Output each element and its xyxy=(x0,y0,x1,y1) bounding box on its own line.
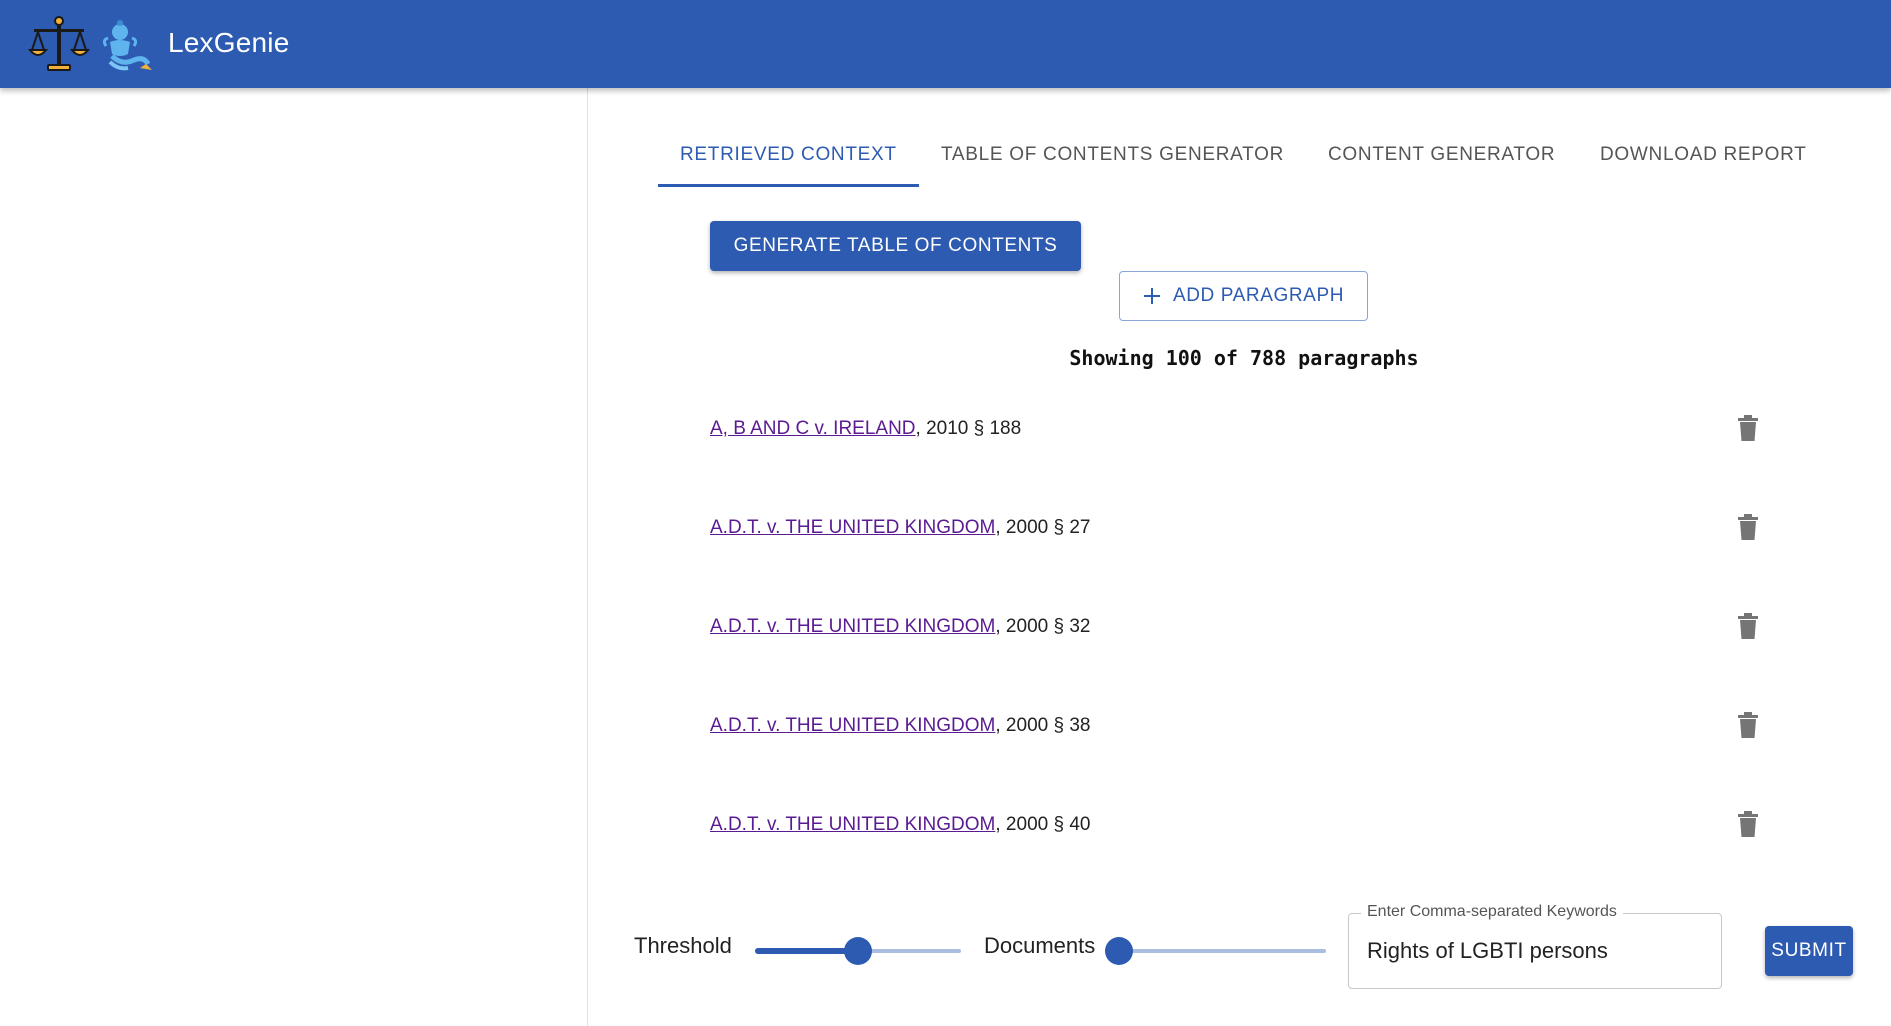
documents-slider[interactable] xyxy=(1105,936,1326,966)
case-link[interactable]: A.D.T. v. THE UNITED KINGDOM xyxy=(710,715,995,736)
keywords-label: Enter Comma-separated Keywords xyxy=(1361,903,1623,921)
citation-suffix: , 2000 § 32 xyxy=(995,616,1091,637)
app-bar: LexGenie xyxy=(0,0,1891,88)
paragraph-citation: A, B AND C v. IRELAND, 2010 § 188 xyxy=(710,418,1021,440)
keywords-input[interactable] xyxy=(1367,936,1707,966)
slider-thumb[interactable] xyxy=(844,937,872,965)
case-link[interactable]: A.D.T. v. THE UNITED KINGDOM xyxy=(710,517,995,538)
delete-icon[interactable] xyxy=(1736,810,1760,838)
citation-suffix: , 2000 § 27 xyxy=(995,517,1091,538)
sidebar-divider xyxy=(587,88,588,1026)
delete-icon[interactable] xyxy=(1736,711,1760,739)
case-link[interactable]: A.D.T. v. THE UNITED KINGDOM xyxy=(710,616,995,637)
slider-thumb[interactable] xyxy=(1105,937,1133,965)
tab-download-report[interactable]: DOWNLOAD REPORT xyxy=(1600,130,1807,186)
paragraph-citation: A.D.T. v. THE UNITED KINGDOM, 2000 § 32 xyxy=(710,616,1090,638)
scales-of-justice-icon xyxy=(28,16,90,71)
paragraph-count-text: Showing 100 of 788 paragraphs xyxy=(1069,346,1419,370)
delete-icon[interactable] xyxy=(1736,414,1760,442)
app-title: LexGenie xyxy=(168,27,290,58)
paragraph-citation: A.D.T. v. THE UNITED KINGDOM, 2000 § 40 xyxy=(710,814,1090,836)
tab-retrieved-context[interactable]: RETRIEVED CONTEXT xyxy=(680,130,897,186)
submit-button[interactable]: SUBMIT xyxy=(1765,926,1853,976)
generate-table-of-contents-button[interactable]: GENERATE TABLE OF CONTENTS xyxy=(710,221,1081,271)
citation-suffix: , 2000 § 40 xyxy=(995,814,1091,835)
case-link[interactable]: A, B AND C v. IRELAND xyxy=(710,418,916,439)
list-item: A.D.T. v. THE UNITED KINGDOM, 2000 § 27 xyxy=(710,509,1790,549)
genie-icon xyxy=(102,20,152,71)
keywords-field: Enter Comma-separated Keywords xyxy=(1348,903,1722,989)
case-link[interactable]: A.D.T. v. THE UNITED KINGDOM xyxy=(710,814,995,835)
add-paragraph-button[interactable]: ADD PARAGRAPH xyxy=(1119,271,1368,321)
list-item: A.D.T. v. THE UNITED KINGDOM, 2000 § 32 xyxy=(710,608,1790,648)
slider-rail xyxy=(1119,949,1326,953)
list-item: A.D.T. v. THE UNITED KINGDOM, 2000 § 40 xyxy=(710,806,1790,846)
plus-icon xyxy=(1143,288,1160,304)
list-item: A, B AND C v. IRELAND, 2010 § 188 xyxy=(710,410,1790,450)
threshold-label: Threshold xyxy=(634,933,732,958)
list-item: A.D.T. v. THE UNITED KINGDOM, 2000 § 38 xyxy=(710,707,1790,747)
delete-icon[interactable] xyxy=(1736,612,1760,640)
delete-icon[interactable] xyxy=(1736,513,1760,541)
tab-table-of-contents-generator[interactable]: TABLE OF CONTENTS GENERATOR xyxy=(941,130,1284,186)
threshold-slider[interactable] xyxy=(755,936,961,966)
add-paragraph-label: ADD PARAGRAPH xyxy=(1172,285,1345,306)
tab-active-indicator xyxy=(658,184,919,187)
citation-suffix: , 2000 § 38 xyxy=(995,715,1091,736)
slider-track xyxy=(755,948,858,954)
documents-label: Documents xyxy=(984,933,1096,958)
paragraph-citation: A.D.T. v. THE UNITED KINGDOM, 2000 § 27 xyxy=(710,517,1090,539)
tab-content-generator[interactable]: CONTENT GENERATOR xyxy=(1328,130,1555,186)
paragraph-citation: A.D.T. v. THE UNITED KINGDOM, 2000 § 38 xyxy=(710,715,1090,737)
citation-suffix: , 2010 § 188 xyxy=(915,418,1022,439)
